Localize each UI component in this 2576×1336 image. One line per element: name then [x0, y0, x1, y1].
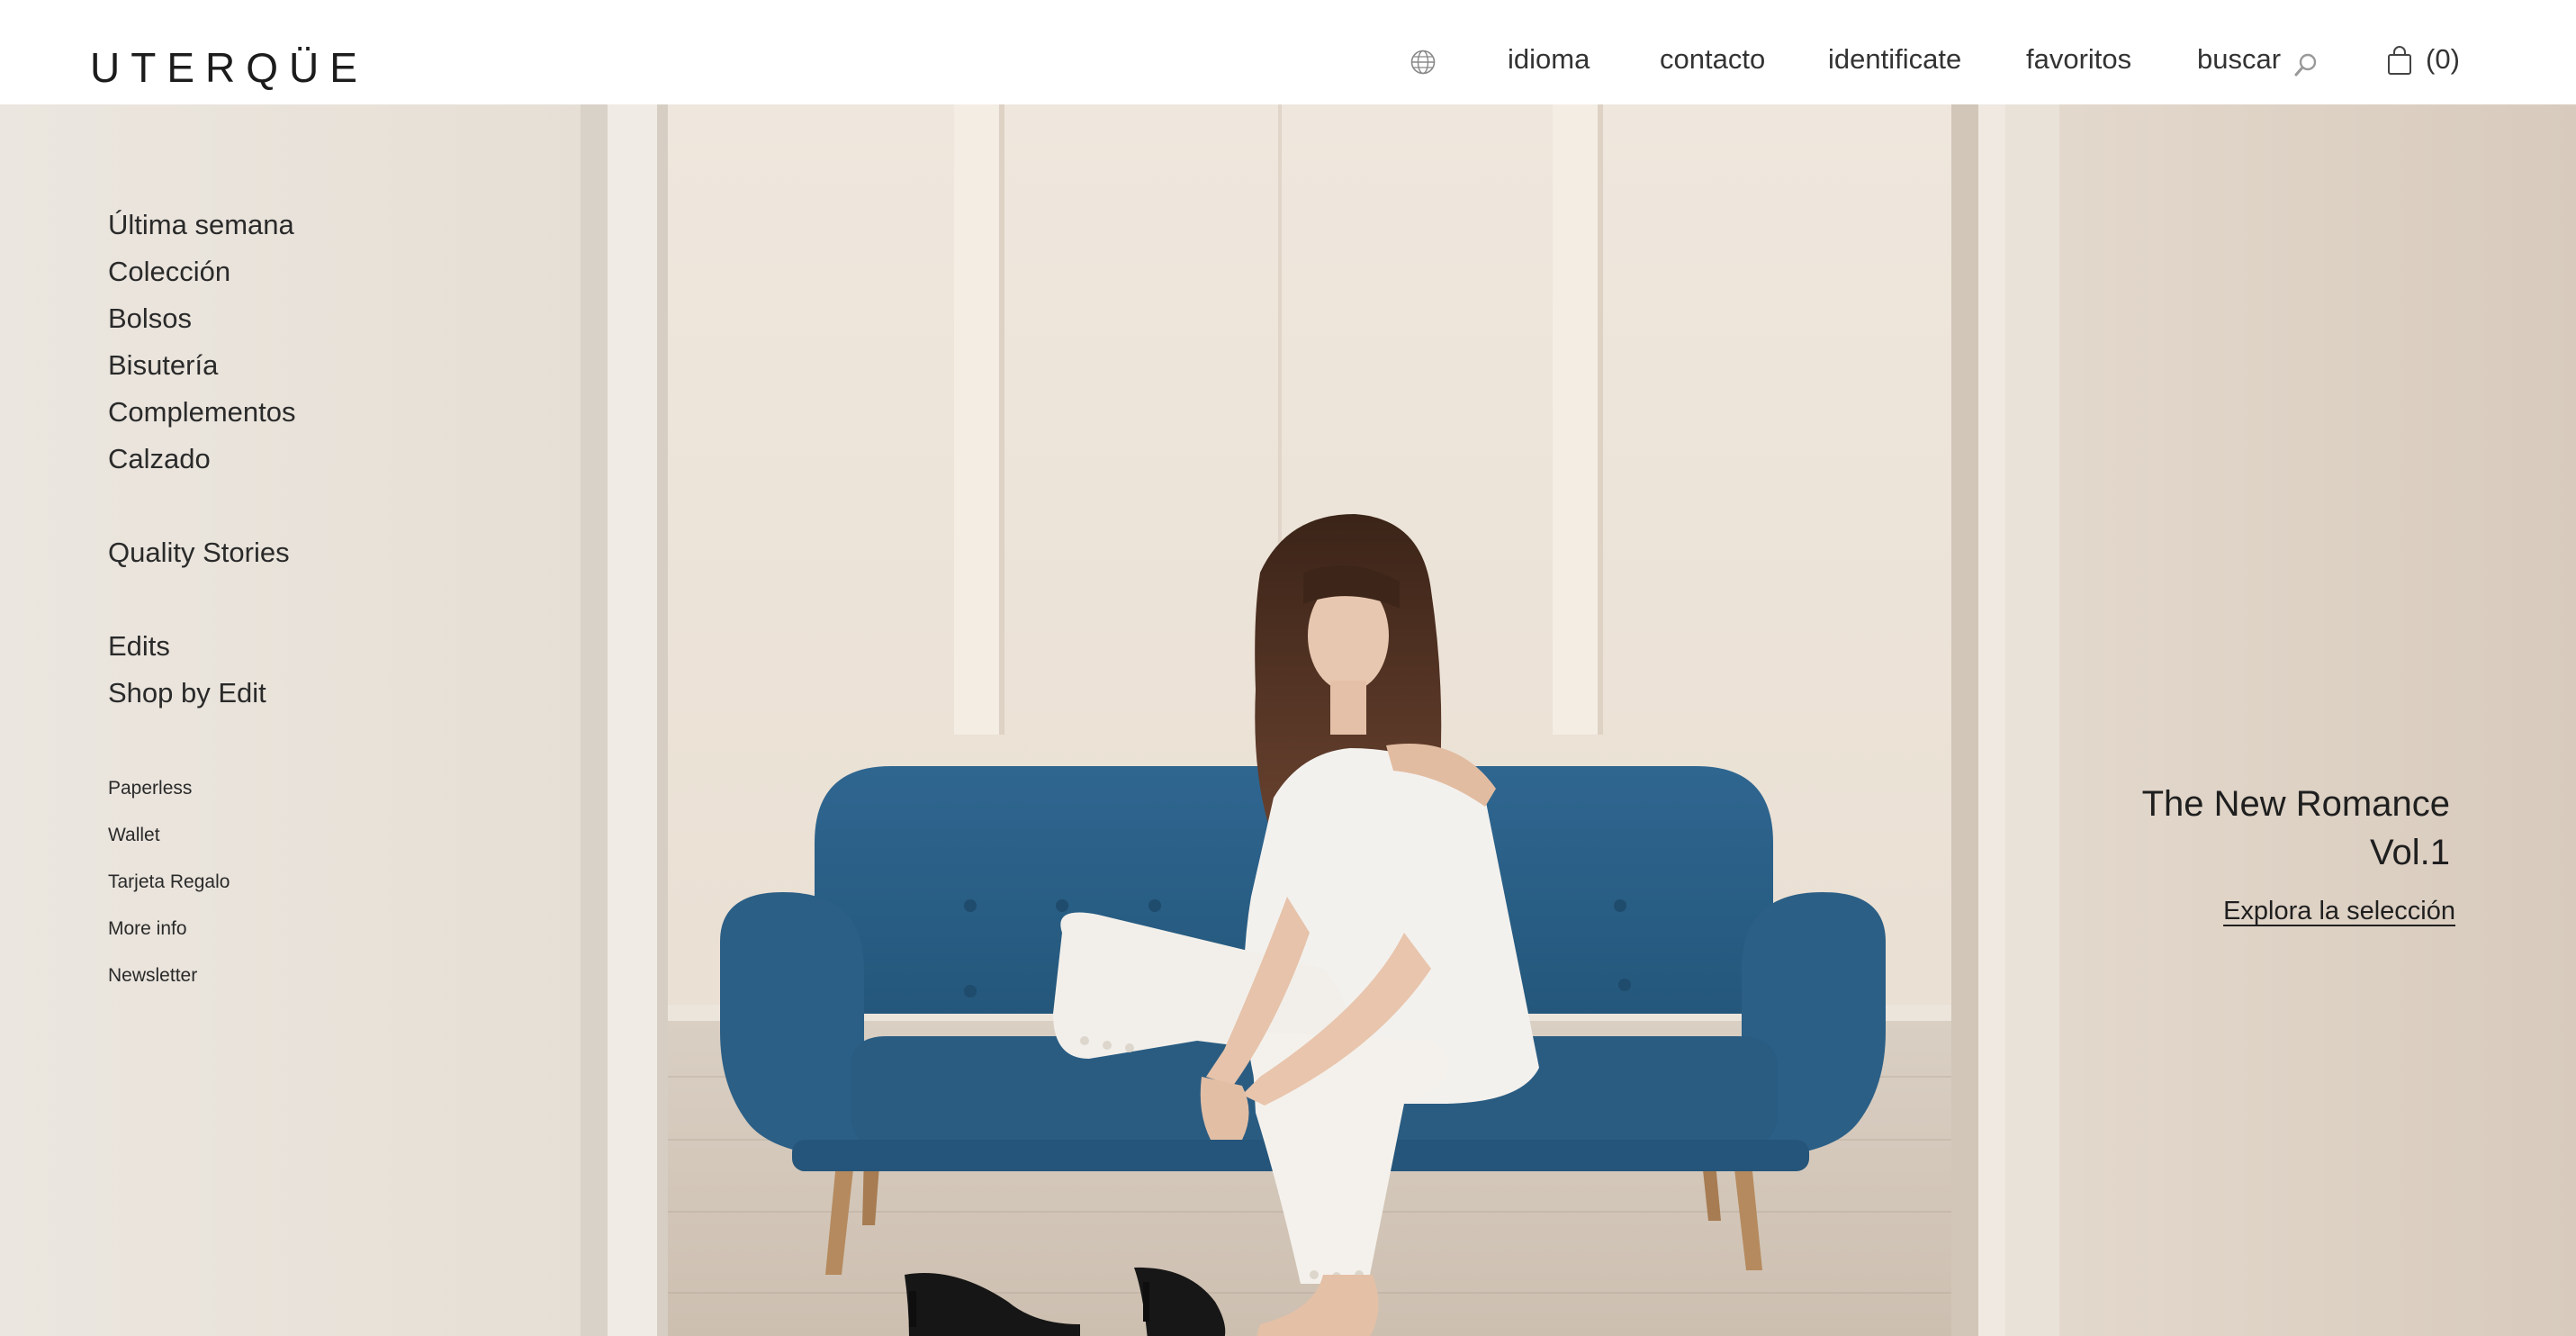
menu-item-bags[interactable]: Bolsos: [108, 302, 192, 335]
hero-photo: [0, 104, 2576, 1336]
menu-item-last-week[interactable]: Última semana: [108, 209, 294, 241]
promo-title-line2: Vol.1: [2370, 833, 2450, 872]
nav-language[interactable]: idioma: [1508, 43, 1590, 76]
menu-item-collection[interactable]: Colección: [108, 256, 230, 288]
brand-logo[interactable]: UTERQÜE: [90, 43, 368, 92]
nav-favorites[interactable]: favoritos: [2026, 43, 2131, 76]
nav-login[interactable]: identificate: [1828, 43, 1961, 76]
menu-item-jewelry[interactable]: Bisutería: [108, 349, 218, 382]
promo-title: The New Romance Vol.1: [2090, 780, 2450, 877]
menu-link-paperless[interactable]: Paperless: [108, 778, 192, 799]
nav-contact[interactable]: contacto: [1660, 43, 1765, 76]
search-icon[interactable]: [2293, 52, 2319, 77]
cart-count[interactable]: (0): [2426, 43, 2460, 76]
hero-banner[interactable]: [0, 104, 2576, 1336]
menu-item-shop-by-edit[interactable]: Shop by Edit: [108, 677, 266, 709]
menu-link-gift-card[interactable]: Tarjeta Regalo: [108, 871, 230, 893]
explore-selection-link[interactable]: Explora la selección: [2223, 897, 2455, 926]
menu-item-accessories[interactable]: Complementos: [108, 396, 295, 429]
menu-link-wallet[interactable]: Wallet: [108, 825, 160, 846]
nav-search[interactable]: buscar: [2197, 43, 2281, 76]
menu-item-quality-stories[interactable]: Quality Stories: [108, 537, 290, 569]
menu-link-more-info[interactable]: More info: [108, 918, 187, 940]
menu-item-edits[interactable]: Edits: [108, 630, 170, 663]
globe-icon[interactable]: [1410, 49, 1437, 76]
menu-link-newsletter[interactable]: Newsletter: [108, 965, 197, 987]
menu-item-shoes[interactable]: Calzado: [108, 443, 211, 475]
promo-title-line1: The New Romance: [2141, 784, 2450, 824]
shopping-bag-icon[interactable]: [2386, 45, 2413, 76]
site-header: UTERQÜE idioma contacto identificate fav…: [0, 0, 2576, 104]
